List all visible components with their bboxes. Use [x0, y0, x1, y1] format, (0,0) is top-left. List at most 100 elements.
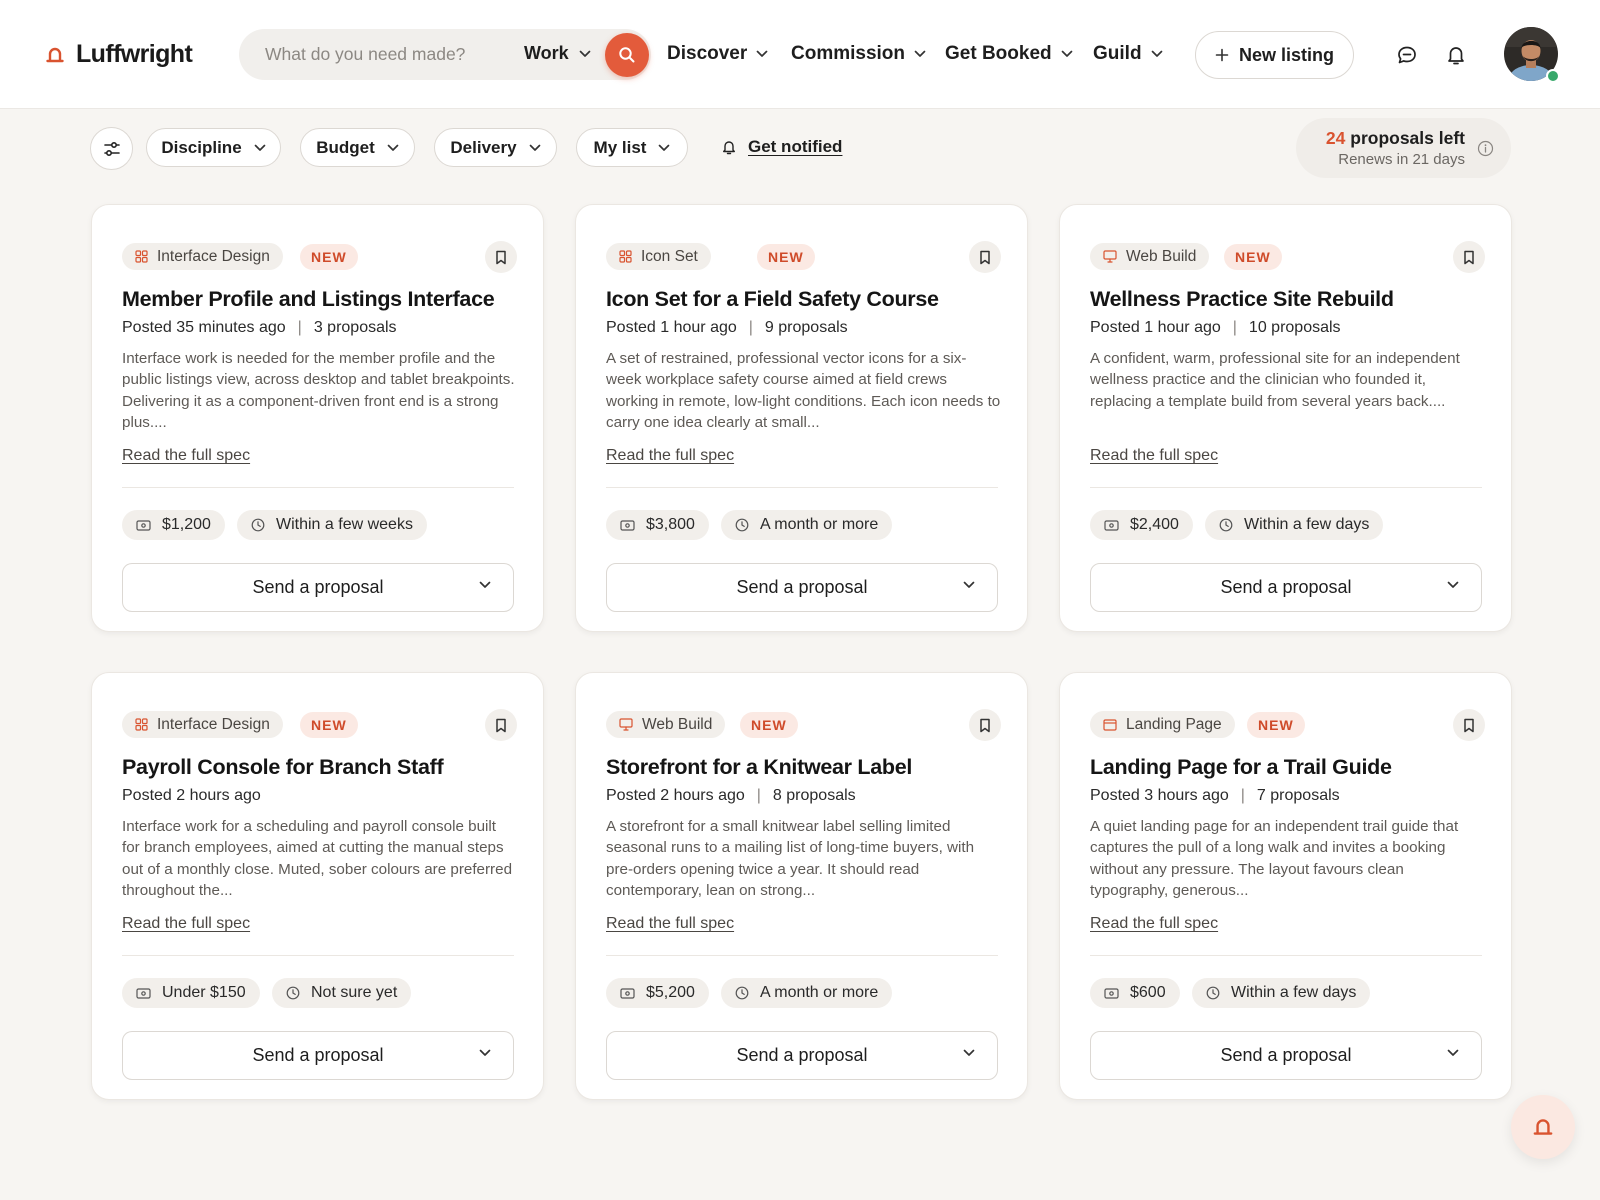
bookmark-button[interactable]	[1453, 709, 1485, 741]
nav-commission[interactable]: Commission	[791, 43, 926, 65]
delivery-pill: Not sure yet	[272, 978, 412, 1008]
new-listing-button[interactable]: New listing	[1195, 31, 1354, 79]
job-card: Web Build NEW Wellness Practice Site Rebui…	[1059, 204, 1512, 632]
category-tag[interactable]: Interface Design	[122, 243, 283, 270]
category-tag[interactable]: Web Build	[606, 711, 726, 738]
bookmark-button[interactable]	[969, 709, 1001, 741]
proposals-label: proposals left	[1350, 128, 1465, 148]
send-proposal-button[interactable]: Send a proposal	[1090, 563, 1482, 612]
category-label: Interface Design	[157, 247, 270, 265]
bookmark-button[interactable]	[969, 241, 1001, 273]
top-header: Luffwright Work Discover Commission Get …	[0, 0, 1600, 109]
category-tag[interactable]: Interface Design	[122, 711, 283, 738]
user-avatar[interactable]	[1504, 27, 1560, 83]
brand-name: Luffwright	[76, 40, 193, 68]
new-badge: NEW	[740, 712, 798, 738]
read-full-spec-link[interactable]: Read the full spec	[1090, 447, 1218, 465]
messages-button[interactable]	[1394, 42, 1420, 68]
chat-bubble-icon	[1398, 46, 1416, 64]
new-badge: NEW	[1224, 244, 1282, 270]
new-badge: NEW	[1247, 712, 1305, 738]
send-proposal-button[interactable]: Send a proposal	[606, 1031, 998, 1080]
bell-logo-icon	[46, 47, 64, 62]
meta-separator: |	[1232, 319, 1237, 336]
budget-pill: $1,200	[122, 510, 225, 540]
search-input[interactable]	[265, 29, 495, 80]
category-label: Web Build	[1126, 247, 1197, 265]
card-proposals-count: 9 proposals	[764, 319, 848, 336]
filter-discipline[interactable]: Discipline	[146, 128, 281, 167]
card-proposals-count: 10 proposals	[1248, 319, 1341, 336]
nav-discover[interactable]: Discover	[667, 43, 768, 65]
send-proposal-label: Send a proposal	[736, 577, 868, 597]
chevron-down-icon	[579, 50, 591, 57]
category-tag[interactable]: Landing Page	[1090, 711, 1235, 738]
notifications-button[interactable]	[1443, 42, 1469, 68]
budget-pill: $3,800	[606, 510, 709, 540]
search-scope-dropdown[interactable]: Work	[524, 43, 591, 64]
card-title[interactable]: Landing Page for a Trail Guide	[1090, 755, 1392, 780]
online-status-dot	[1546, 69, 1560, 83]
money-icon	[136, 987, 151, 999]
delivery-pill: Within a few days	[1205, 510, 1384, 540]
card-posted-time: Posted 2 hours ago	[122, 787, 261, 804]
nav-get-booked[interactable]: Get Booked	[945, 43, 1073, 65]
category-tag[interactable]: Web Build	[1090, 243, 1210, 270]
nav-guild[interactable]: Guild	[1093, 43, 1163, 65]
card-description: Interface work for a scheduling and payr…	[122, 818, 513, 899]
money-icon	[620, 987, 635, 999]
info-icon[interactable]	[1477, 140, 1494, 157]
category-label: Interface Design	[157, 715, 270, 733]
filter-delivery[interactable]: Delivery	[434, 128, 557, 167]
card-meta: Posted 2 hours ago	[122, 787, 261, 805]
grid-icon	[135, 250, 148, 263]
filters-toggle-button[interactable]	[90, 127, 133, 170]
card-title[interactable]: Payroll Console for Branch Staff	[122, 755, 444, 780]
chevron-down-icon	[387, 144, 399, 151]
send-proposal-button[interactable]: Send a proposal	[1090, 1031, 1482, 1080]
card-title[interactable]: Icon Set for a Field Safety Course	[606, 287, 939, 312]
bookmark-button[interactable]	[485, 709, 517, 741]
bookmark-button[interactable]	[485, 241, 517, 273]
send-proposal-label: Send a proposal	[1220, 577, 1352, 597]
delivery-pill: Within a few days	[1192, 978, 1371, 1008]
search-button[interactable]	[605, 33, 649, 77]
chevron-down-icon	[1151, 50, 1162, 57]
floating-help-button[interactable]	[1511, 1095, 1575, 1159]
filter-label: Delivery	[450, 137, 517, 157]
read-full-spec-link[interactable]: Read the full spec	[122, 915, 250, 933]
card-proposals-count: 8 proposals	[772, 787, 856, 804]
card-title[interactable]: Wellness Practice Site Rebuild	[1090, 287, 1394, 312]
grid-icon	[619, 250, 632, 263]
brand-logo[interactable]: Luffwright	[44, 40, 193, 69]
read-full-spec-link[interactable]: Read the full spec	[1090, 915, 1218, 933]
filter-label: Budget	[316, 137, 375, 157]
budget-value: $600	[1130, 984, 1166, 1001]
card-title[interactable]: Storefront for a Knitwear Label	[606, 755, 912, 780]
send-proposal-button[interactable]: Send a proposal	[122, 563, 514, 612]
money-icon	[1104, 987, 1119, 999]
chevron-down-icon	[659, 144, 670, 151]
meta-separator: |	[297, 319, 302, 336]
send-proposal-label: Send a proposal	[252, 577, 384, 597]
delivery-value: Within a few days	[1231, 984, 1357, 1001]
card-title[interactable]: Member Profile and Listings Interface	[122, 287, 495, 312]
card-proposals-count: 3 proposals	[313, 319, 397, 336]
filter-my-list[interactable]: My list	[576, 128, 688, 167]
read-full-spec-link[interactable]: Read the full spec	[606, 447, 734, 465]
search-scope-label: Work	[524, 43, 569, 63]
category-tag[interactable]: Icon Set	[606, 243, 711, 270]
get-notified-link[interactable]: Get notified	[722, 137, 842, 157]
job-card: Interface Design NEW Payroll Console for B…	[91, 672, 544, 1100]
category-label: Web Build	[642, 715, 713, 733]
send-proposal-button[interactable]: Send a proposal	[122, 1031, 514, 1080]
card-posted-time: Posted 35 minutes ago	[122, 319, 286, 336]
clock-icon	[735, 986, 749, 1000]
bookmark-button[interactable]	[1453, 241, 1485, 273]
read-full-spec-link[interactable]: Read the full spec	[122, 447, 250, 465]
send-proposal-button[interactable]: Send a proposal	[606, 563, 998, 612]
filter-budget[interactable]: Budget	[300, 128, 415, 167]
new-badge: NEW	[300, 712, 358, 738]
delivery-value: A month or more	[760, 516, 879, 533]
read-full-spec-link[interactable]: Read the full spec	[606, 915, 734, 933]
